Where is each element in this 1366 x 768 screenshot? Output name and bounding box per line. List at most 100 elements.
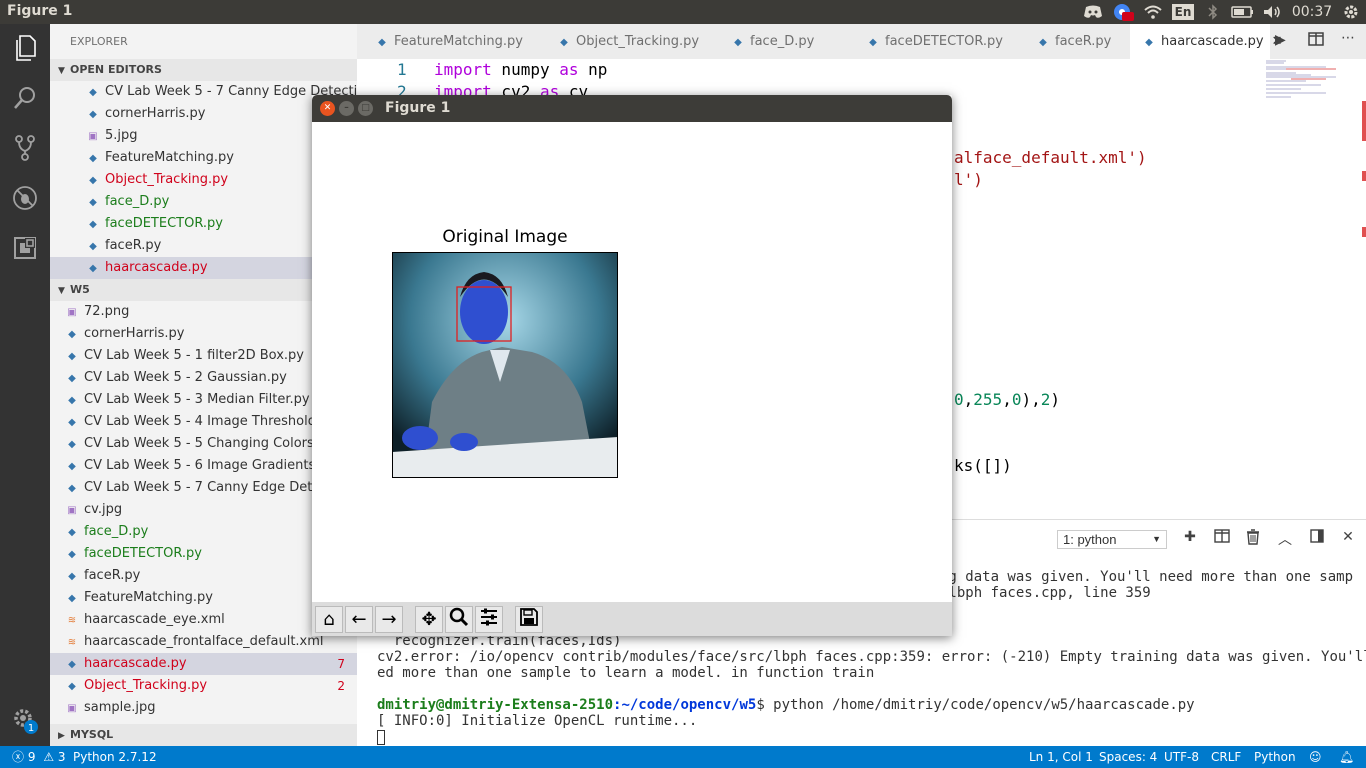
new-terminal-icon[interactable]: ✚ bbox=[1180, 529, 1200, 549]
search-icon[interactable] bbox=[0, 74, 50, 122]
file-item[interactable]: ◆ faceR.py bbox=[50, 565, 357, 587]
cursor-position[interactable]: Ln 1, Col 1 bbox=[1029, 746, 1093, 768]
bluetooth-icon[interactable] bbox=[1198, 0, 1228, 24]
maximize-window-icon[interactable]: □ bbox=[358, 101, 373, 116]
clock[interactable]: 00:37 bbox=[1288, 0, 1336, 24]
file-name: faceDETECTOR.py bbox=[84, 546, 202, 561]
minimize-window-icon[interactable]: – bbox=[339, 101, 354, 116]
zoom-icon[interactable] bbox=[445, 606, 473, 633]
file-item[interactable]: ◆ face_D.py bbox=[50, 191, 357, 213]
file-item[interactable]: ◆ CV Lab Week 5 - 7 Canny Edge Detection bbox=[50, 81, 357, 103]
discord-icon[interactable] bbox=[1078, 0, 1108, 24]
file-item[interactable]: ◆ faceR.py bbox=[50, 235, 357, 257]
file-item[interactable]: ◆ faceDETECTOR.py bbox=[50, 213, 357, 235]
extensions-icon[interactable] bbox=[0, 224, 50, 272]
file-name: CV Lab Week 5 - 6 Image Gradients.py bbox=[84, 458, 336, 473]
tab-face-d[interactable]: ◆ face_D.py bbox=[713, 24, 848, 59]
debug-icon[interactable] bbox=[0, 174, 50, 222]
back-arrow-icon[interactable]: ← bbox=[345, 606, 373, 633]
more-actions-icon[interactable]: ⋯ bbox=[1341, 30, 1355, 46]
figure-canvas[interactable]: Original Image bbox=[312, 122, 952, 602]
notifications-bell-icon[interactable]: 🔔︎ bbox=[1339, 746, 1354, 768]
line-ending[interactable]: CRLF bbox=[1211, 746, 1241, 768]
file-name: CV Lab Week 5 - 7 Canny Edge Detectio bbox=[84, 480, 345, 495]
file-item[interactable]: ◆ CV Lab Week 5 - 6 Image Gradients.py bbox=[50, 455, 357, 477]
python-file-icon: ◆ bbox=[89, 153, 97, 164]
language-mode[interactable]: Python bbox=[1254, 746, 1296, 768]
figure-window[interactable]: ✕ – □ Figure 1 Original Image ⌂ ← → ✥ bbox=[312, 95, 952, 636]
file-item[interactable]: ◆ cornerHarris.py bbox=[50, 323, 357, 345]
open-editors-section[interactable]: ▼ OPEN EDITORS bbox=[50, 59, 357, 81]
tab-featurematching[interactable]: ◆ FeatureMatching.py bbox=[357, 24, 539, 59]
run-icon[interactable]: ▶ bbox=[1275, 32, 1286, 48]
maximize-panel-icon[interactable]: ︿ bbox=[1275, 529, 1295, 549]
pan-icon[interactable]: ✥ bbox=[415, 606, 443, 633]
warning-icon: ⚠ bbox=[43, 750, 55, 764]
keyboard-layout-indicator[interactable]: En bbox=[1168, 0, 1198, 24]
file-item[interactable]: ▣ sample.jpg bbox=[50, 697, 357, 719]
file-item[interactable]: ◆ CV Lab Week 5 - 5 Changing Colorspace bbox=[50, 433, 357, 455]
minimap[interactable] bbox=[1266, 59, 1356, 109]
file-item[interactable]: ◆ CV Lab Week 5 - 4 Image Thresholding. bbox=[50, 411, 357, 433]
figure-title: Figure 1 bbox=[385, 100, 451, 116]
split-terminal-icon[interactable] bbox=[1212, 529, 1232, 549]
forward-arrow-icon[interactable]: → bbox=[375, 606, 403, 633]
python-file-icon: ◆ bbox=[89, 87, 97, 98]
tab-facer[interactable]: ◆ faceR.py bbox=[1018, 24, 1130, 59]
terminal-cursor bbox=[377, 730, 385, 745]
settings-gear-icon[interactable]: 1 bbox=[0, 696, 50, 744]
tab-haarcascade[interactable]: ◆ haarcascade.py ✕ bbox=[1130, 24, 1282, 59]
terminal-select[interactable]: 1: python ▼ bbox=[1057, 530, 1167, 549]
toggle-panel-position-icon[interactable] bbox=[1307, 529, 1327, 549]
feedback-smiley-icon[interactable]: ☺ bbox=[1309, 746, 1322, 768]
close-window-icon[interactable]: ✕ bbox=[320, 101, 335, 116]
file-item[interactable]: ◆ FeatureMatching.py bbox=[50, 147, 357, 169]
close-panel-icon[interactable]: ✕ bbox=[1338, 529, 1358, 549]
file-name: sample.jpg bbox=[84, 700, 156, 715]
file-item[interactable]: ◆ FeatureMatching.py bbox=[50, 587, 357, 609]
trash-icon[interactable] bbox=[1243, 529, 1263, 549]
file-item[interactable]: ◆ CV Lab Week 5 - 7 Canny Edge Detectio bbox=[50, 477, 357, 499]
file-item[interactable]: ◆ CV Lab Week 5 - 1 filter2D Box.py bbox=[50, 345, 357, 367]
file-item[interactable]: ◆ cornerHarris.py bbox=[50, 103, 357, 125]
file-item[interactable]: ▣ 72.png bbox=[50, 301, 357, 323]
file-item[interactable]: ◆ faceDETECTOR.py bbox=[50, 543, 357, 565]
code-fragment: 0,255,0),2) bbox=[954, 390, 1061, 409]
battery-icon[interactable] bbox=[1228, 0, 1258, 24]
indentation[interactable]: Spaces: 4 bbox=[1099, 746, 1157, 768]
file-item[interactable]: ◆ face_D.py bbox=[50, 521, 357, 543]
python-interpreter[interactable]: Python 2.7.12 bbox=[73, 746, 157, 768]
volume-icon[interactable] bbox=[1258, 0, 1288, 24]
source-control-icon[interactable] bbox=[0, 124, 50, 172]
status-bar: ⓧ 9 ⚠ 3 Python 2.7.12 Ln 1, Col 1 Spaces… bbox=[0, 746, 1366, 768]
power-gear-icon[interactable] bbox=[1336, 0, 1366, 24]
explorer-icon[interactable] bbox=[0, 24, 50, 72]
wifi-icon[interactable] bbox=[1138, 0, 1168, 24]
file-item[interactable]: ◆ haarcascade.py bbox=[50, 257, 357, 279]
save-icon[interactable] bbox=[515, 606, 543, 633]
file-item[interactable]: ◆ CV Lab Week 5 - 3 Median Filter.py bbox=[50, 389, 357, 411]
file-item[interactable]: ◆ CV Lab Week 5 - 2 Gaussian.py bbox=[50, 367, 357, 389]
chrome-notification-icon[interactable] bbox=[1108, 0, 1138, 24]
folder-section-w5[interactable]: ▼ W5 bbox=[50, 279, 357, 301]
file-item[interactable]: ◆ Object_Tracking.py bbox=[50, 169, 357, 191]
python-file-icon: ◆ bbox=[1039, 37, 1047, 48]
tab-facedetector[interactable]: ◆ faceDETECTOR.py bbox=[848, 24, 1018, 59]
file-item[interactable]: ◆ haarcascade.py 7 bbox=[50, 653, 357, 675]
file-item[interactable]: ≋ haarcascade_eye.xml bbox=[50, 609, 357, 631]
figure-titlebar[interactable]: ✕ – □ Figure 1 bbox=[312, 95, 952, 122]
file-item[interactable]: ◆ Object_Tracking.py 2 bbox=[50, 675, 357, 697]
split-editor-icon[interactable] bbox=[1308, 31, 1324, 51]
encoding[interactable]: UTF-8 bbox=[1164, 746, 1199, 768]
mysql-section[interactable]: ▶ MYSQL bbox=[50, 724, 357, 746]
problems-indicator[interactable]: ⓧ 9 ⚠ 3 bbox=[12, 746, 66, 768]
tab-object-tracking[interactable]: ◆ Object_Tracking.py bbox=[539, 24, 713, 59]
file-item[interactable]: ≋ haarcascade_frontalface_default.xml bbox=[50, 631, 357, 653]
sidebar-header: EXPLORER bbox=[70, 35, 128, 48]
file-item[interactable]: ▣ cv.jpg bbox=[50, 499, 357, 521]
xml-file-icon: ≋ bbox=[67, 637, 77, 648]
python-file-icon: ◆ bbox=[68, 329, 76, 340]
file-item[interactable]: ▣ 5.jpg bbox=[50, 125, 357, 147]
home-icon[interactable]: ⌂ bbox=[315, 606, 343, 633]
configure-subplots-icon[interactable] bbox=[475, 606, 503, 633]
